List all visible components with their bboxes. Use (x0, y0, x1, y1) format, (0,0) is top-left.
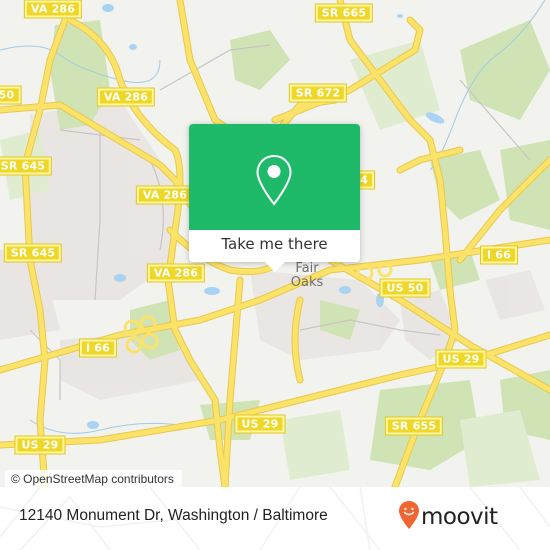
map[interactable]: Fair Oaks VA 286 SR 665 50 VA 286 SR 672… (0, 0, 550, 487)
road-shield-i66: I 66 (479, 245, 519, 265)
road-shield-sr655: SR 655 (384, 416, 444, 436)
moovit-logo[interactable]: moovit (398, 500, 498, 534)
road-shield-us50: US 50 (379, 278, 431, 298)
road-shield-sr645: SR 645 (3, 243, 63, 263)
road-shield-us29: US 29 (234, 414, 286, 434)
footer: 12140 Monument Dr, Washington / Baltimor… (0, 487, 550, 550)
road-shield-us29: US 29 (14, 435, 66, 455)
road-shield-va286: VA 286 (146, 263, 206, 283)
address-text: 12140 Monument Dr, Washington / Baltimor… (19, 507, 328, 524)
location-popup[interactable]: Take me there (189, 124, 360, 272)
road-shield-va286: VA 286 (23, 0, 83, 19)
moovit-logo-icon (398, 500, 420, 534)
popup-header (189, 124, 360, 230)
road-shield-i66: I 66 (78, 338, 118, 358)
road-shield-sr665: SR 665 (314, 3, 374, 23)
moovit-logo-text: moovit (421, 504, 498, 530)
take-me-there-button[interactable]: Take me there (189, 230, 360, 262)
road-shield-sr672: SR 672 (288, 83, 348, 103)
road-shield-us50: 50 (0, 85, 22, 105)
map-pin-icon (255, 154, 293, 210)
road-shield-va286: VA 286 (96, 87, 156, 107)
place-label-fair-oaks: Fair Oaks (290, 261, 324, 290)
popup-tail (265, 262, 285, 272)
road-shield-us29: US 29 (435, 349, 487, 369)
map-attribution[interactable]: © OpenStreetMap contributors (5, 470, 182, 487)
road-shield-va286: VA 286 (135, 185, 195, 205)
road-shield-sr645: SR 645 (0, 156, 53, 176)
